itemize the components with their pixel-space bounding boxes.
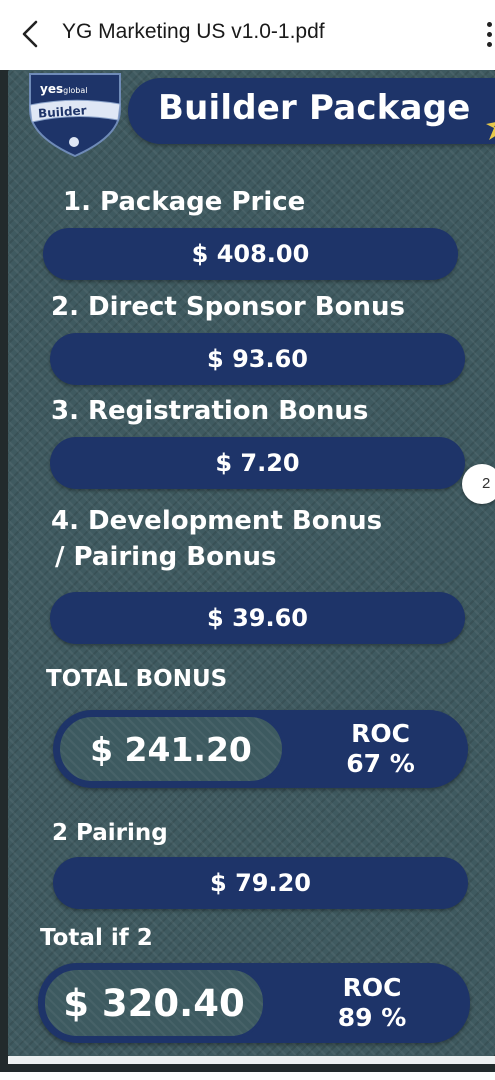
total-bonus-roc: ROC 67 % — [293, 710, 468, 788]
total-bonus-value: $ 241.20 — [57, 714, 285, 784]
pairing-bonus-heading: / Pairing Bonus — [55, 542, 277, 572]
package-price-value: $ 408.00 — [43, 228, 458, 280]
pdf-page: yesglobal Builder Builder Package 1. Pac… — [8, 70, 495, 1056]
two-pairing-heading: 2 Pairing — [52, 820, 168, 846]
star-icon — [486, 122, 495, 140]
registration-bonus-heading: 3. Registration Bonus — [51, 396, 369, 426]
direct-sponsor-bonus-value: $ 93.60 — [50, 333, 465, 385]
page-number-indicator[interactable]: 2 — [462, 464, 495, 504]
package-banner: Builder Package — [128, 78, 495, 144]
back-button[interactable] — [14, 17, 46, 51]
roc-value: 67 % — [346, 749, 415, 778]
two-pairing-value: $ 79.20 — [53, 857, 468, 909]
more-vertical-icon — [487, 22, 492, 27]
total-bonus-heading: TOTAL BONUS — [46, 666, 228, 692]
page-bottom-edge — [8, 1056, 495, 1064]
direct-sponsor-bonus-heading: 2. Direct Sponsor Bonus — [51, 292, 405, 322]
total-if-2-value: $ 320.40 — [42, 967, 266, 1039]
total-if-2-roc: ROC 89 % — [274, 963, 470, 1043]
total-if-2-heading: Total if 2 — [40, 925, 153, 951]
total-if-2-box: $ 320.40 ROC 89 % — [38, 963, 470, 1043]
chevron-left-icon — [22, 20, 38, 48]
package-price-heading: 1. Package Price — [63, 187, 306, 217]
roc-label: ROC — [342, 973, 402, 1002]
pdf-page-viewer[interactable]: yesglobal Builder Builder Package 1. Pac… — [0, 70, 495, 1072]
builder-badge: yesglobal Builder — [8, 70, 130, 160]
document-title: YG Marketing US v1.0-1.pdf — [62, 20, 325, 43]
more-options-button[interactable] — [480, 18, 495, 52]
page-number: 2 — [482, 475, 491, 492]
roc-label: ROC — [351, 719, 410, 748]
development-bonus-heading: 4. Development Bonus — [51, 506, 383, 536]
app-bar: YG Marketing US v1.0-1.pdf — [0, 0, 495, 70]
development-bonus-value: $ 39.60 — [50, 592, 465, 644]
banner-title: Builder Package — [158, 88, 471, 128]
badge-brand-text: yesglobal — [40, 82, 88, 96]
roc-value: 89 % — [337, 1003, 407, 1032]
total-bonus-box: $ 241.20 ROC 67 % — [53, 710, 468, 788]
registration-bonus-value: $ 7.20 — [50, 437, 465, 489]
